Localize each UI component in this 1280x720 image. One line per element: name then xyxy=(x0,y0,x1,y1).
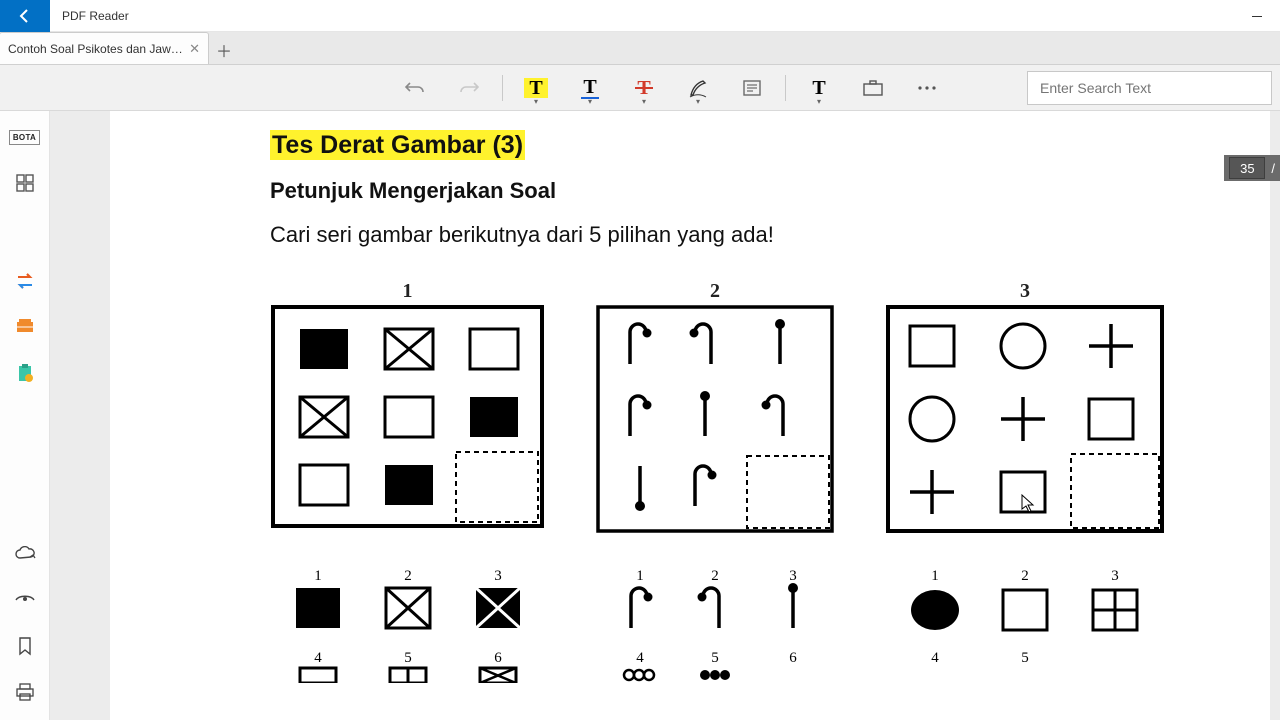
window-minimize-button[interactable] xyxy=(1234,0,1280,32)
search-box[interactable] xyxy=(1027,71,1272,105)
ink-tool-button[interactable]: ▾ xyxy=(679,71,717,105)
view-button[interactable] xyxy=(7,582,43,618)
text-tool-button[interactable]: T ▾ xyxy=(800,71,838,105)
toolbar-separator xyxy=(785,75,786,101)
cloud-button[interactable] xyxy=(7,536,43,572)
svg-text:5: 5 xyxy=(404,650,412,666)
text-icon: T xyxy=(812,78,825,98)
scanner-button[interactable] xyxy=(7,309,43,345)
new-tab-button[interactable]: ＋ xyxy=(209,36,239,64)
svg-text:5: 5 xyxy=(1021,650,1029,666)
eye-icon xyxy=(14,593,36,607)
main-toolbar: T ▾ T ▾ T ▾ ▾ T ▾ xyxy=(0,65,1280,111)
bota-icon: BOTA xyxy=(9,130,40,145)
back-button[interactable] xyxy=(0,0,50,32)
page-number-input[interactable] xyxy=(1229,157,1265,179)
redo-button[interactable] xyxy=(450,71,488,105)
print-icon xyxy=(15,682,35,702)
sync-button[interactable] xyxy=(7,263,43,299)
grid-icon xyxy=(15,173,35,193)
svg-text:2: 2 xyxy=(1021,568,1029,584)
bookmark-icon xyxy=(17,636,33,656)
strikethrough-tool-button[interactable]: T ▾ xyxy=(625,71,663,105)
svg-text:3: 3 xyxy=(789,568,797,584)
briefcase-icon xyxy=(862,79,884,97)
search-input[interactable] xyxy=(1038,79,1261,97)
highlight-tool-button[interactable]: T ▾ xyxy=(517,71,555,105)
bota-toggle-button[interactable]: BOTA xyxy=(7,119,43,155)
more-button[interactable] xyxy=(908,71,946,105)
cloud-icon xyxy=(14,546,36,562)
toolbar-separator xyxy=(502,75,503,101)
svg-text:1: 1 xyxy=(314,568,322,584)
titlebar: PDF Reader xyxy=(0,0,1280,32)
share-button[interactable] xyxy=(854,71,892,105)
tab-strip: Contoh Soal Psikotes dan Jawab... ✕ ＋ xyxy=(0,32,1280,65)
svg-text:4: 4 xyxy=(636,650,644,666)
svg-text:4: 4 xyxy=(314,650,322,666)
svg-text:2: 2 xyxy=(711,568,719,584)
panel-number: 3 xyxy=(1020,280,1030,303)
panel-number: 2 xyxy=(710,280,720,303)
page-total-separator: / xyxy=(1271,161,1275,176)
svg-text:2: 2 xyxy=(404,568,412,584)
section-subtitle: Petunjuk Mengerjakan Soal xyxy=(270,178,1210,204)
tab-label: Contoh Soal Psikotes dan Jawab... xyxy=(8,42,183,56)
svg-text:6: 6 xyxy=(789,650,797,666)
sync-icon xyxy=(14,270,36,292)
answer-options: 1 2 3 4 5 6 1 xyxy=(270,568,1210,683)
strikethrough-icon: T xyxy=(637,78,650,98)
svg-text:6: 6 xyxy=(494,650,502,666)
svg-text:5: 5 xyxy=(711,650,719,666)
highlighted-title: Tes Derat Gambar (3) xyxy=(270,130,525,160)
note-tool-button[interactable] xyxy=(733,71,771,105)
thumbnails-button[interactable] xyxy=(7,165,43,201)
instruction-text: Cari seri gambar berikutnya dari 5 pilih… xyxy=(270,222,1210,248)
document-tab[interactable]: Contoh Soal Psikotes dan Jawab... ✕ xyxy=(0,32,209,64)
question-panel-1: 1 xyxy=(270,304,545,534)
tab-close-icon[interactable]: ✕ xyxy=(189,41,200,57)
undo-button[interactable] xyxy=(396,71,434,105)
highlight-icon: T xyxy=(524,78,547,98)
clipboard-button[interactable] xyxy=(7,355,43,391)
clipboard-icon xyxy=(14,362,36,384)
underline-icon: T xyxy=(581,77,598,99)
question-panel-2: 2 xyxy=(595,304,835,534)
bookmark-button[interactable] xyxy=(7,628,43,664)
panel-number: 1 xyxy=(403,280,413,303)
svg-text:3: 3 xyxy=(494,568,502,584)
svg-text:3: 3 xyxy=(1111,568,1119,584)
svg-text:4: 4 xyxy=(931,650,939,666)
page-indicator[interactable]: / xyxy=(1224,155,1280,181)
print-button[interactable] xyxy=(7,674,43,710)
document-viewport[interactable]: Tes Derat Gambar (3) Petunjuk Mengerjaka… xyxy=(50,111,1280,720)
left-sidebar: BOTA xyxy=(0,111,50,720)
more-icon xyxy=(917,85,937,91)
scanner-icon xyxy=(14,316,36,338)
svg-text:1: 1 xyxy=(636,568,644,584)
underline-tool-button[interactable]: T ▾ xyxy=(571,71,609,105)
svg-text:1: 1 xyxy=(931,568,939,584)
app-title: PDF Reader xyxy=(50,9,129,23)
note-icon xyxy=(742,79,762,97)
pdf-page: Tes Derat Gambar (3) Petunjuk Mengerjaka… xyxy=(110,111,1270,720)
question-panel-3: 3 xyxy=(885,304,1165,534)
pen-icon xyxy=(687,77,709,99)
